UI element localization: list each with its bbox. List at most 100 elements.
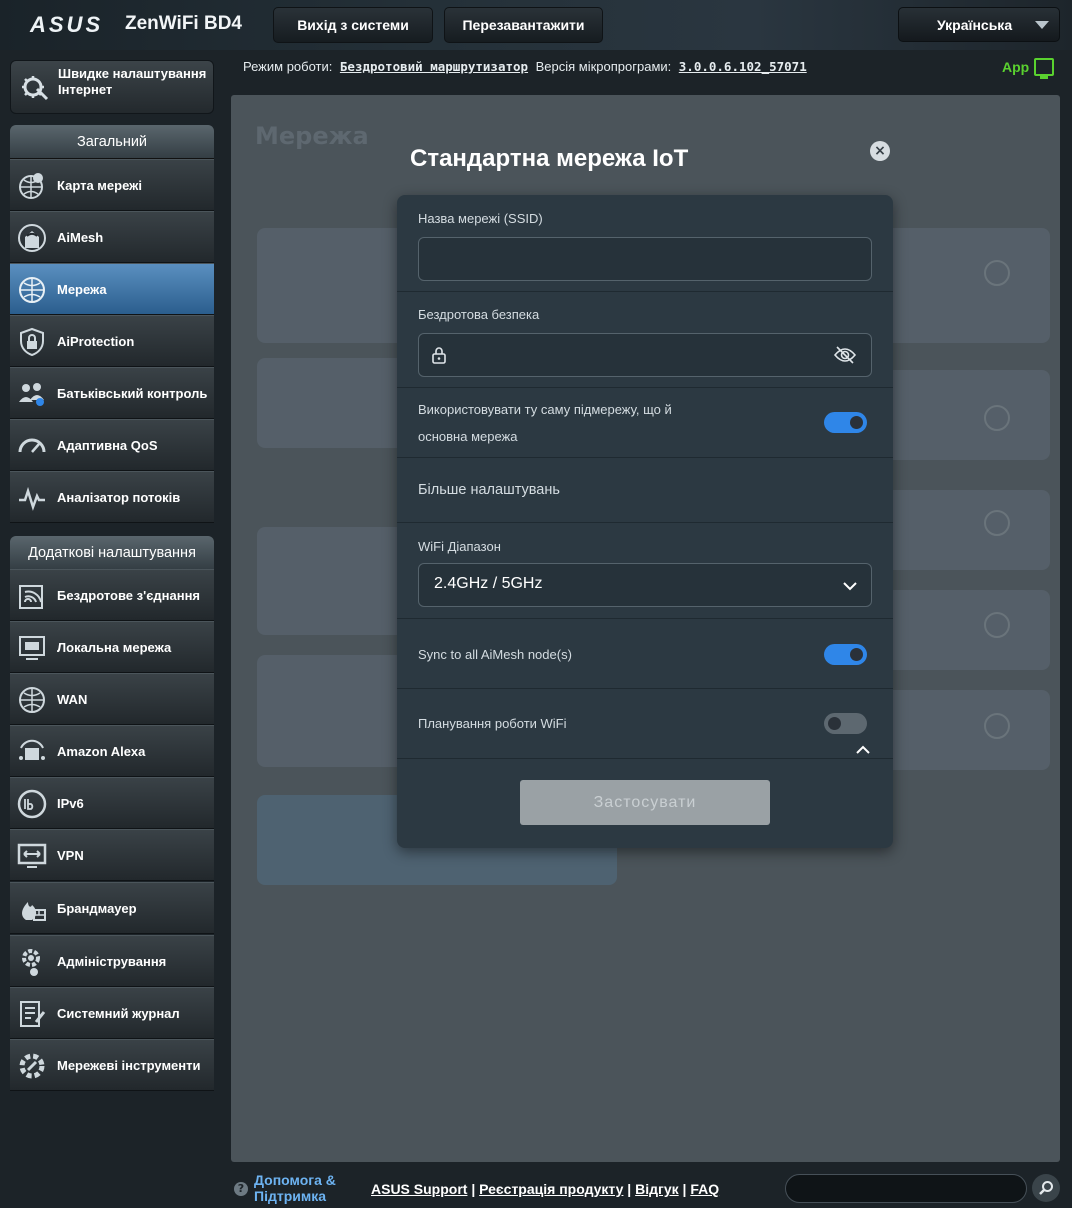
schedule-toggle[interactable]	[824, 713, 867, 734]
sidebar-item-label: Мережеві інструменти	[57, 1058, 201, 1073]
log-icon	[20, 1001, 46, 1027]
background-page-title: Мережа	[255, 122, 369, 150]
firmware-label: Версія мікропрограми:	[535, 59, 672, 74]
sidebar-item-network-map[interactable]: Карта мережі	[10, 159, 214, 211]
status-line: Режим роботи: Бездротовий маршрутизатор …	[243, 59, 807, 74]
security-row: Бездротова безпека	[397, 292, 893, 388]
globe-pin-icon	[19, 173, 43, 199]
sidebar-item-label: Бездротове з'єднання	[57, 588, 200, 603]
sidebar-item-aimesh[interactable]: AiMesh	[10, 211, 214, 263]
chevron-down-icon	[1035, 21, 1049, 29]
globe-icon	[19, 687, 45, 713]
sidebar-item-lan[interactable]: Локальна мережа	[10, 621, 214, 673]
question-icon: ?	[234, 1182, 248, 1196]
background-card	[880, 370, 1050, 460]
ssid-row: Назва мережі (SSID)	[397, 195, 893, 292]
gear-user-icon	[22, 949, 40, 976]
shield-lock-icon	[20, 327, 44, 357]
sidebar-item-network-tools[interactable]: Мережеві інструменти	[10, 1039, 214, 1091]
sidebar-item-administration[interactable]: Адміністрування	[10, 935, 214, 987]
lan-icon	[19, 636, 45, 660]
language-select[interactable]: Українська	[898, 7, 1060, 42]
ipv6-icon	[17, 789, 47, 819]
general-section-title: Загальний	[10, 125, 214, 159]
band-select[interactable]: 2.4GHz / 5GHz	[418, 563, 872, 607]
search-input[interactable]	[785, 1174, 1027, 1203]
background-icon	[984, 405, 1010, 431]
reboot-button[interactable]: Перезавантажити	[444, 7, 603, 43]
apply-button[interactable]: Застосувати	[520, 780, 770, 825]
sidebar-item-label: VPN	[57, 848, 84, 863]
tools-icon	[19, 1053, 45, 1079]
search-icon	[1039, 1181, 1053, 1195]
sidebar-item-vpn[interactable]: VPN	[10, 829, 214, 881]
same-subnet-toggle[interactable]	[824, 412, 867, 433]
ssid-label: Назва мережі (SSID)	[418, 211, 543, 226]
password-field[interactable]	[418, 333, 872, 377]
sidebar-item-label: Локальна мережа	[57, 640, 172, 655]
sidebar-item-label: AiProtection	[57, 334, 135, 349]
security-label: Бездротова безпека	[418, 307, 540, 322]
asus-logo: ASUS	[30, 12, 104, 37]
background-card	[880, 690, 1050, 770]
background-icon	[984, 510, 1010, 536]
sidebar-item-ipv6[interactable]: IPv6	[10, 777, 214, 829]
sidebar-item-wan[interactable]: WAN	[10, 673, 214, 725]
language-value: Українська	[937, 17, 1013, 33]
help-support-label: Допомога & Підтримка	[254, 1172, 336, 1204]
sidebar-item-aiprotection[interactable]: AiProtection	[10, 315, 214, 367]
quick-setup-button[interactable]: Швидке налаштування Інтернет	[10, 60, 214, 114]
more-settings-row[interactable]: Більше налаштувань	[397, 458, 893, 754]
sidebar-item-label: WAN	[57, 692, 88, 707]
background-icon	[984, 260, 1010, 286]
top-header: ASUS ZenWiFi BD4 Вихід з системи Перезав…	[0, 0, 1072, 50]
sidebar-item-label: Системний журнал	[57, 1006, 180, 1021]
quick-setup-label: Швидке налаштування Інтернет	[58, 66, 207, 97]
faq-link[interactable]: FAQ	[690, 1181, 719, 1197]
footer-links: ASUS Support | Реєстрація продукту | Від…	[371, 1181, 720, 1197]
sidebar-item-label: Батьківський контроль	[57, 386, 208, 401]
wizard-icon	[22, 76, 49, 101]
feedback-link[interactable]: Відгук	[635, 1181, 679, 1197]
modal-title: Стандартна мережа IoT	[410, 145, 689, 172]
sidebar-item-wireless[interactable]: Бездротове з'єднання	[10, 569, 214, 621]
model-name: ZenWiFi BD4	[125, 13, 242, 34]
asus-support-link[interactable]: ASUS Support	[371, 1181, 467, 1197]
ssid-input[interactable]	[418, 237, 872, 281]
speedometer-icon	[18, 438, 46, 453]
sidebar-item-firewall[interactable]: Брандмауер	[10, 882, 214, 934]
background-card	[880, 490, 1050, 570]
sidebar-item-label: Карта мережі	[57, 178, 142, 193]
eye-off-icon[interactable]	[833, 345, 857, 365]
app-icon[interactable]	[1034, 58, 1054, 79]
logout-button[interactable]: Вихід з системи	[273, 7, 433, 43]
sync-toggle[interactable]	[824, 644, 867, 665]
band-row: WiFi Діапазон 2.4GHz / 5GHz	[397, 523, 893, 619]
alexa-icon	[19, 739, 45, 760]
wifi-icon	[19, 585, 43, 609]
search-button[interactable]	[1032, 1174, 1060, 1202]
sidebar-item-traffic-analyzer[interactable]: Аналізатор потоків	[10, 471, 214, 523]
lock-icon	[432, 347, 446, 364]
close-icon[interactable]: ×	[870, 141, 890, 161]
sidebar-item-label: AiMesh	[57, 230, 104, 245]
sidebar-item-amazon-alexa[interactable]: Amazon Alexa	[10, 725, 214, 777]
pulse-icon	[19, 486, 45, 511]
product-registration-link[interactable]: Реєстрація продукту	[479, 1181, 623, 1197]
sidebar-item-parental-control[interactable]: Батьківський контроль	[10, 367, 214, 419]
sidebar-item-adaptive-qos[interactable]: Адаптивна QoS	[10, 419, 214, 471]
sidebar-item-network[interactable]: Мережа	[10, 263, 214, 315]
band-label: WiFi Діапазон	[418, 539, 501, 554]
sidebar-item-label: Брандмауер	[57, 901, 137, 916]
sidebar-item-label: Аналізатор потоків	[57, 490, 181, 505]
sidebar-item-label: Адміністрування	[57, 954, 167, 969]
app-link[interactable]: App	[1002, 59, 1029, 75]
sidebar-item-label: Адаптивна QoS	[57, 438, 158, 453]
schedule-label: Планування роботи WiFi	[418, 716, 567, 731]
mode-link[interactable]: Бездротовий маршрутизатор	[340, 59, 528, 74]
background-card	[880, 228, 1050, 343]
firmware-link[interactable]: 3.0.0.6.102_57071	[679, 59, 807, 74]
sidebar-item-system-log[interactable]: Системний журнал	[10, 987, 214, 1039]
family-icon	[19, 383, 44, 406]
sidebar-item-label: Amazon Alexa	[57, 744, 146, 759]
